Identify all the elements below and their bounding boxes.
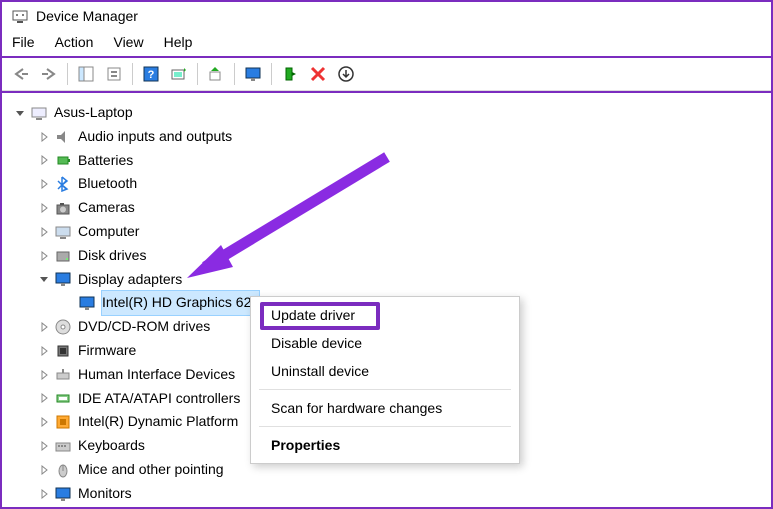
tree-node-label: Audio inputs and outputs (78, 125, 232, 149)
tree-node-bluetooth[interactable]: Bluetooth (2, 172, 771, 196)
app-icon (12, 8, 28, 24)
chevron-right-icon[interactable] (38, 345, 50, 357)
monitor-icon (54, 485, 72, 503)
tree-node-label: Intel(R) Dynamic Platform (78, 410, 238, 434)
titlebar: Device Manager (2, 2, 771, 30)
tree-node-label: Keyboards (78, 434, 145, 458)
uninstall-button[interactable] (305, 62, 331, 86)
tree-node-label: DVD/CD-ROM drives (78, 315, 210, 339)
computer-icon (30, 104, 48, 122)
tree-node-label: Mice and other pointing (78, 458, 224, 482)
properties-button[interactable] (101, 62, 127, 86)
computer-icon (54, 223, 72, 241)
menu-help[interactable]: Help (164, 34, 193, 50)
display-icon (54, 270, 72, 288)
mouse-icon (54, 461, 72, 479)
tree-node-label: Batteries (78, 149, 133, 173)
tree-root-node[interactable]: Asus-Laptop (2, 101, 771, 125)
spacer (62, 297, 74, 309)
tree-node-battery[interactable]: Batteries (2, 149, 771, 173)
battery-icon (54, 151, 72, 169)
tree-node-disk[interactable]: Disk drives (2, 244, 771, 268)
context-divider (259, 426, 511, 427)
chevron-right-icon[interactable] (38, 440, 50, 452)
context-properties[interactable]: Properties (251, 431, 519, 459)
monitor-toolbar-button[interactable] (240, 62, 266, 86)
display-icon (78, 294, 96, 312)
context-disable-device[interactable]: Disable device (251, 329, 519, 357)
intel-icon (54, 413, 72, 431)
context-uninstall-device[interactable]: Uninstall device (251, 357, 519, 385)
menu-file[interactable]: File (12, 34, 35, 50)
tree-node-label: Bluetooth (78, 172, 137, 196)
svg-text:?: ? (148, 69, 155, 81)
tree-node-label: Cameras (78, 196, 135, 220)
chevron-right-icon[interactable] (38, 250, 50, 262)
menu-action[interactable]: Action (55, 34, 94, 50)
help-button[interactable]: ? (138, 62, 164, 86)
tree-node-label: Display adapters (78, 268, 182, 292)
tree-node-computer[interactable]: Computer (2, 220, 771, 244)
show-hide-tree-button[interactable] (73, 62, 99, 86)
forward-button[interactable] (36, 62, 62, 86)
context-update-driver[interactable]: Update driver (251, 301, 519, 329)
tree-node-label: IDE ATA/ATAPI controllers (78, 387, 240, 411)
update-driver-button[interactable] (203, 62, 229, 86)
window-title: Device Manager (36, 8, 138, 24)
chevron-right-icon[interactable] (38, 226, 50, 238)
chevron-right-icon[interactable] (38, 369, 50, 381)
tree-node-label: Disk drives (78, 244, 146, 268)
keyboard-icon (54, 437, 72, 455)
audio-icon (54, 128, 72, 146)
tree-node-monitor[interactable]: Monitors (2, 482, 771, 506)
context-menu: Update driver Disable device Uninstall d… (250, 296, 520, 464)
chevron-right-icon[interactable] (38, 488, 50, 500)
scan-hardware-button[interactable] (166, 62, 192, 86)
toolbar: ? (2, 58, 771, 91)
tree-node-label: Monitors (78, 482, 132, 506)
tree-node-label: Human Interface Devices (78, 363, 235, 387)
tree-node-audio[interactable]: Audio inputs and outputs (2, 125, 771, 149)
chevron-right-icon[interactable] (38, 202, 50, 214)
camera-icon (54, 199, 72, 217)
menu-view[interactable]: View (113, 34, 143, 50)
back-button[interactable] (8, 62, 34, 86)
dvd-icon (54, 318, 72, 336)
tree-node-label: Computer (78, 220, 139, 244)
chevron-right-icon[interactable] (38, 464, 50, 476)
chevron-right-icon[interactable] (38, 154, 50, 166)
chevron-down-icon[interactable] (38, 273, 50, 285)
chevron-right-icon[interactable] (38, 178, 50, 190)
chevron-down-icon[interactable] (14, 107, 26, 119)
disk-icon (54, 247, 72, 265)
tree-node-camera[interactable]: Cameras (2, 196, 771, 220)
chevron-right-icon[interactable] (38, 131, 50, 143)
context-scan-hardware[interactable]: Scan for hardware changes (251, 394, 519, 422)
tree-node-label: Firmware (78, 339, 136, 363)
context-divider (259, 389, 511, 390)
tree-node-display[interactable]: Display adapters (2, 268, 771, 292)
bluetooth-icon (54, 175, 72, 193)
chevron-right-icon[interactable] (38, 392, 50, 404)
down-arrow-button[interactable] (333, 62, 359, 86)
firmware-icon (54, 342, 72, 360)
chevron-right-icon[interactable] (38, 321, 50, 333)
menubar: File Action View Help (2, 30, 771, 58)
tree-node-label: Asus-Laptop (54, 101, 133, 125)
chevron-right-icon[interactable] (38, 416, 50, 428)
enable-button[interactable] (277, 62, 303, 86)
hid-icon (54, 366, 72, 384)
tree-node-label: Intel(R) HD Graphics 620 (102, 291, 259, 315)
ide-icon (54, 389, 72, 407)
